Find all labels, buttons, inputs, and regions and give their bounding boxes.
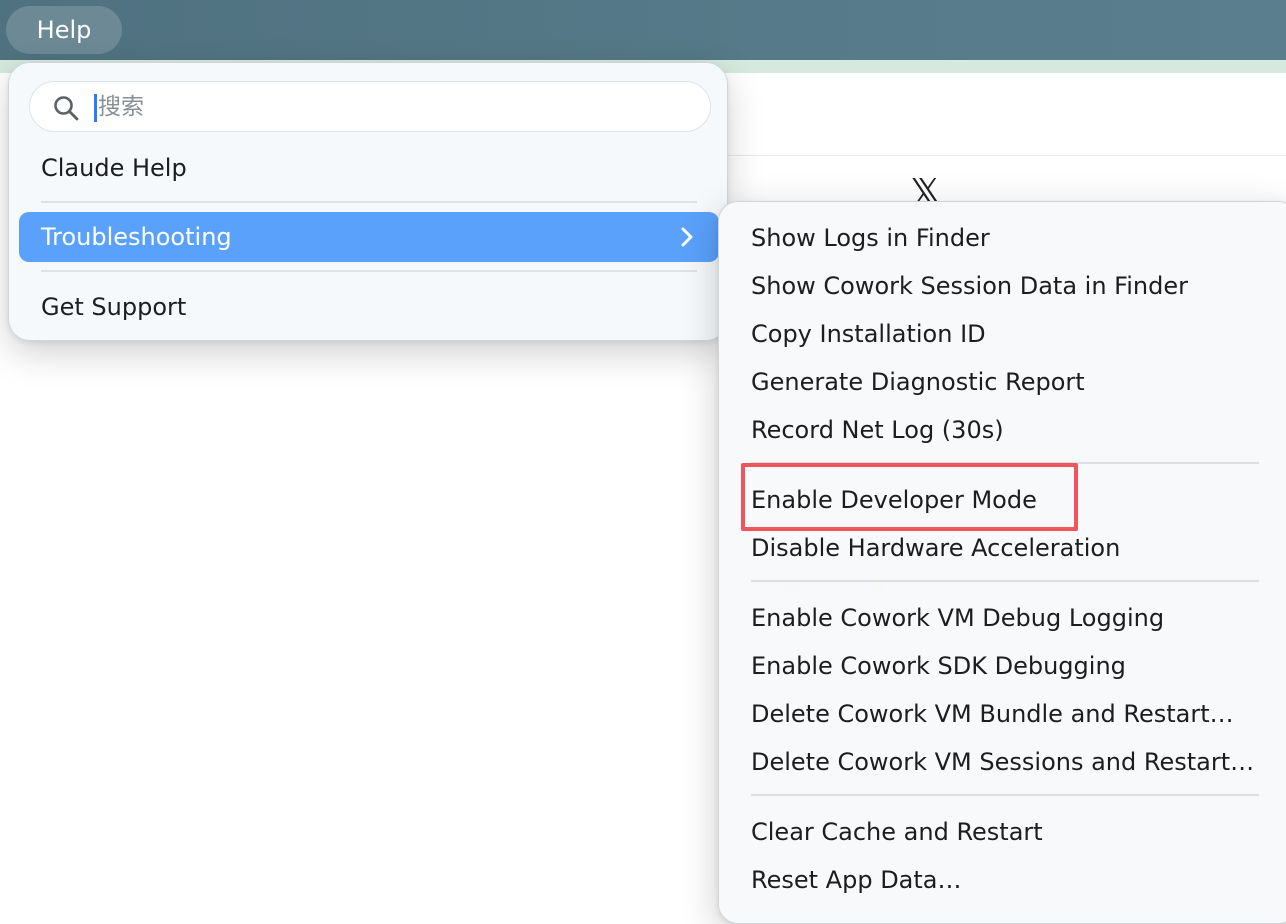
menu-item-get-support[interactable]: Get Support: [19, 282, 719, 332]
menu-item-troubleshooting[interactable]: Troubleshooting: [19, 212, 719, 262]
menu-item-show-cowork-session-data[interactable]: Show Cowork Session Data in Finder: [751, 264, 1281, 308]
menu-item-reset-app-data[interactable]: Reset App Data…: [751, 858, 1281, 902]
menu-item-delete-cowork-vm-bundle[interactable]: Delete Cowork VM Bundle and Restart…: [751, 692, 1281, 736]
menu-item-delete-cowork-vm-sessions[interactable]: Delete Cowork VM Sessions and Restart…: [751, 740, 1281, 784]
search-input[interactable]: [98, 82, 688, 131]
text-caret: [94, 94, 97, 122]
menu-separator: [751, 580, 1259, 582]
troubleshooting-submenu: Show Logs in Finder Show Cowork Session …: [718, 201, 1286, 924]
help-search-field[interactable]: [29, 81, 711, 132]
menu-separator: [41, 270, 697, 272]
menu-separator: [41, 201, 697, 203]
help-menu: Claude Help Troubleshooting Get Support: [8, 62, 728, 341]
menu-item-claude-help[interactable]: Claude Help: [19, 143, 719, 193]
menu-item-clear-cache-and-restart[interactable]: Clear Cache and Restart: [751, 810, 1281, 854]
menu-item-copy-installation-id[interactable]: Copy Installation ID: [751, 312, 1281, 356]
menu-item-show-logs-in-finder[interactable]: Show Logs in Finder: [751, 216, 1281, 260]
menu-item-label: Get Support: [41, 293, 187, 321]
menu-item-record-net-log[interactable]: Record Net Log (30s): [751, 408, 1281, 452]
menu-item-disable-hardware-acceleration[interactable]: Disable Hardware Acceleration: [751, 526, 1281, 570]
chevron-right-icon: [681, 227, 693, 247]
menu-item-enable-cowork-sdk-debugging[interactable]: Enable Cowork SDK Debugging: [751, 644, 1281, 688]
menu-item-enable-cowork-vm-debug-logging[interactable]: Enable Cowork VM Debug Logging: [751, 596, 1281, 640]
menu-separator: [751, 794, 1259, 796]
menu-item-label: Troubleshooting: [41, 223, 232, 251]
menu-bar: Help: [0, 0, 1286, 60]
menu-item-label: Claude Help: [41, 154, 187, 182]
annotation-highlight-box: [741, 463, 1078, 531]
menu-item-generate-diagnostic-report[interactable]: Generate Diagnostic Report: [751, 360, 1281, 404]
app-header-divider: [727, 155, 1286, 156]
screen: 𝕏 Help Claude Help Troubleshooting: [0, 0, 1286, 924]
search-icon: [54, 96, 79, 121]
menu-bar-help[interactable]: Help: [6, 6, 122, 54]
